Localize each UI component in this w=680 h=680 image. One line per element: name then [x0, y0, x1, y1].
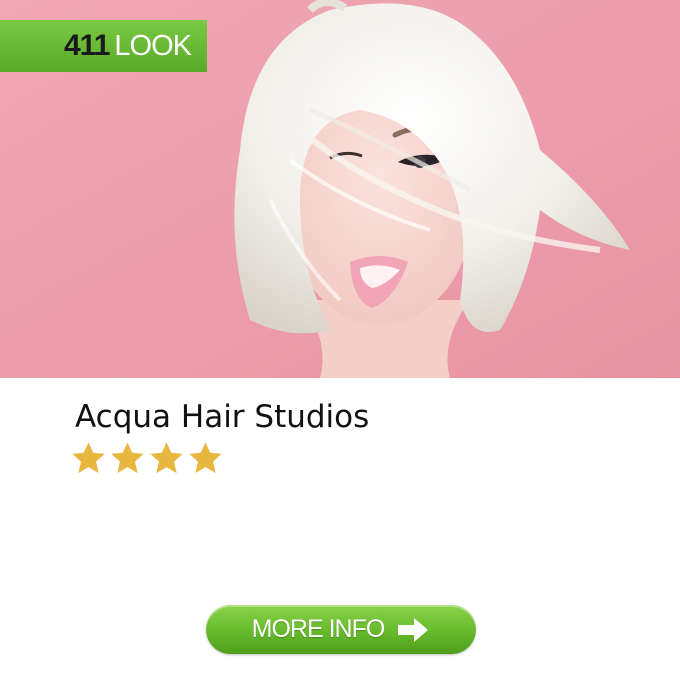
star-icon	[72, 442, 105, 474]
more-info-button[interactable]: MORE INFO	[206, 605, 476, 654]
brand-number: 411	[64, 29, 110, 62]
star-icon	[189, 442, 222, 474]
star-icon	[150, 442, 183, 474]
arrow-right-icon	[398, 617, 429, 642]
hero-photo: 411 LOOK	[0, 0, 680, 378]
brand-badge: 411 LOOK	[0, 20, 207, 72]
brand-word: LOOK	[114, 29, 192, 62]
listing-title: Acqua Hair Studios	[75, 399, 370, 435]
star-rating	[70, 440, 224, 477]
listing-card: 411 LOOK Acqua Hair Studios MORE INFO	[0, 0, 680, 680]
star-icon	[111, 442, 144, 474]
more-info-label: MORE INFO	[251, 615, 386, 643]
